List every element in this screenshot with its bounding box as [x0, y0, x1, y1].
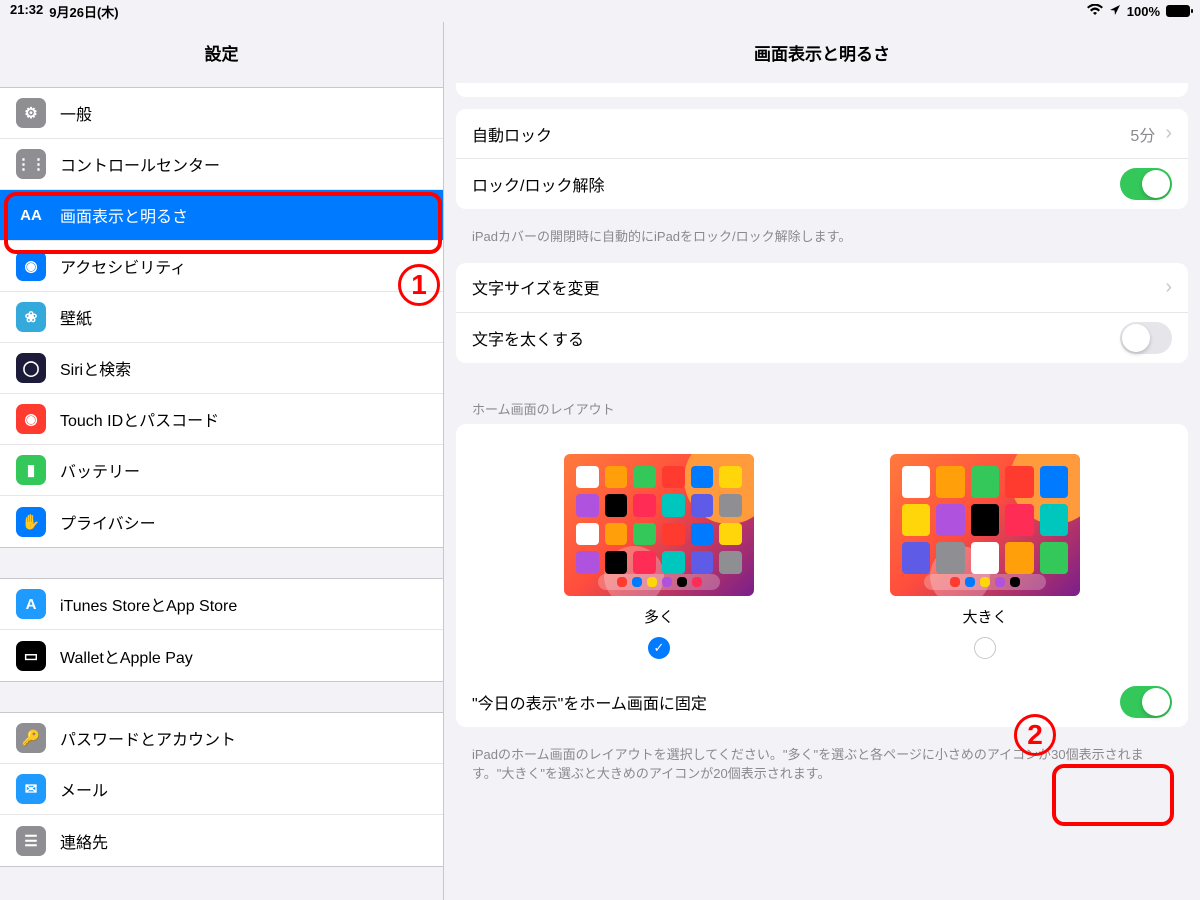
toggle-lock-unlock[interactable] [1120, 168, 1172, 200]
toggle-bold-text[interactable] [1120, 322, 1172, 354]
row-today-pin[interactable]: "今日の表示"をホーム画面に固定 [456, 677, 1188, 727]
label-option-bigger: 大きく [962, 606, 1007, 627]
sidebar-item-touchid[interactable]: ◉ Touch IDとパスコード [0, 394, 443, 445]
layout-option-bigger[interactable]: 大きく [890, 454, 1080, 659]
status-time: 21:32 [10, 2, 43, 21]
layout-option-more[interactable]: 多く ✓ [564, 454, 754, 659]
wallpaper-icon: ❀ [16, 302, 46, 332]
header-home-layout: ホーム画面のレイアウト [456, 375, 1188, 424]
battery-icon [1166, 5, 1190, 17]
toggle-today-pin[interactable] [1120, 686, 1172, 718]
location-icon [1109, 4, 1121, 19]
sidebar-item-battery[interactable]: ▮ バッテリー [0, 445, 443, 496]
wifi-icon [1087, 4, 1103, 19]
sidebar-item-label: 画面表示と明るさ [60, 203, 188, 227]
wallet-icon: ▭ [16, 641, 46, 671]
row-bold-text[interactable]: 文字を太くする [456, 313, 1188, 363]
sidebar-item-label: Siriと検索 [60, 356, 131, 380]
sidebar-item-passwords[interactable]: 🔑 パスワードとアカウント [0, 713, 443, 764]
label-text-size: 文字サイズを変更 [472, 275, 600, 299]
siri-icon: ◯ [16, 353, 46, 383]
display-icon: AA [16, 200, 46, 230]
sidebar-item-label: コントロールセンター [60, 152, 220, 176]
label-today-pin: "今日の表示"をホーム画面に固定 [472, 690, 707, 714]
privacy-icon: ✋ [16, 507, 46, 537]
sidebar-item-general[interactable]: ⚙ 一般 [0, 88, 443, 139]
radio-more[interactable]: ✓ [648, 637, 670, 659]
accessibility-icon: ◉ [16, 251, 46, 281]
itunes-icon: A [16, 589, 46, 619]
sidebar-item-label: アクセシビリティ [60, 254, 186, 278]
battery-pct: 100% [1127, 4, 1160, 19]
sidebar-title: 設定 [0, 22, 443, 87]
sidebar-item-label: Touch IDとパスコード [60, 407, 219, 431]
contacts-icon: ☰ [16, 826, 46, 856]
label-bold-text: 文字を太くする [472, 326, 584, 350]
control-center-icon: ⋮⋮ [16, 149, 46, 179]
sidebar-item-label: パスワードとアカウント [60, 726, 236, 750]
sidebar-item-accessibility[interactable]: ◉ アクセシビリティ [0, 241, 443, 292]
battery-icon: ▮ [16, 455, 46, 485]
settings-sidebar: 設定 ⚙ 一般 ⋮⋮ コントロールセンター AA 画面表示と明るさ ◉ アクセシビリティ ❀ 壁紙… [0, 22, 444, 900]
label-option-more: 多く [644, 606, 674, 627]
passwords-icon: 🔑 [16, 723, 46, 753]
sidebar-item-label: WalletとApple Pay [60, 644, 193, 668]
sidebar-item-contacts[interactable]: ☰ 連絡先 [0, 815, 443, 866]
sidebar-item-label: 壁紙 [60, 305, 92, 329]
sidebar-item-label: 一般 [60, 101, 92, 125]
label-lock-unlock: ロック/ロック解除 [472, 172, 604, 196]
row-auto-lock[interactable]: 自動ロック 5分 › [456, 109, 1188, 159]
sidebar-item-label: iTunes StoreとApp Store [60, 592, 237, 616]
touchid-icon: ◉ [16, 404, 46, 434]
preview-bigger [890, 454, 1080, 596]
label-auto-lock: 自動ロック [472, 122, 552, 146]
preview-more [564, 454, 754, 596]
sidebar-item-label: メール [60, 777, 108, 801]
sidebar-item-label: バッテリー [60, 458, 140, 482]
status-bar: 21:32 9月26日(木) 100% [0, 0, 1200, 22]
detail-title: 画面表示と明るさ [444, 22, 1200, 87]
mail-icon: ✉ [16, 774, 46, 804]
hint-home-layout: iPadのホーム画面のレイアウトを選択してください。"多く"を選ぶと各ページに小… [456, 739, 1188, 800]
row-text-size[interactable]: 文字サイズを変更 › [456, 263, 1188, 313]
sidebar-item-control-center[interactable]: ⋮⋮ コントロールセンター [0, 139, 443, 190]
sidebar-item-label: プライバシー [60, 510, 156, 534]
chevron-right-icon: › [1165, 122, 1172, 145]
detail-pane: 画面表示と明るさ 自動ロック 5分 › ロック/ロック解除 [444, 22, 1200, 900]
sidebar-item-privacy[interactable]: ✋ プライバシー [0, 496, 443, 547]
row-lock-unlock[interactable]: ロック/ロック解除 [456, 159, 1188, 209]
radio-bigger[interactable] [974, 637, 996, 659]
sidebar-item-wallpaper[interactable]: ❀ 壁紙 [0, 292, 443, 343]
hint-lock-unlock: iPadカバーの開閉時に自動的にiPadをロック/ロック解除します。 [456, 221, 1188, 263]
sidebar-item-wallet[interactable]: ▭ WalletとApple Pay [0, 630, 443, 681]
value-auto-lock: 5分 [1130, 122, 1155, 146]
sidebar-item-label: 連絡先 [60, 829, 108, 853]
sidebar-item-mail[interactable]: ✉ メール [0, 764, 443, 815]
sidebar-item-itunes[interactable]: AiTunes StoreとApp Store [0, 579, 443, 630]
sidebar-item-display[interactable]: AA 画面表示と明るさ [0, 190, 443, 241]
status-date: 9月26日(木) [49, 2, 118, 21]
general-icon: ⚙ [16, 98, 46, 128]
layout-chooser: 多く ✓ 大きく [456, 424, 1188, 677]
chevron-right-icon: › [1165, 276, 1172, 299]
sidebar-item-siri[interactable]: ◯ Siriと検索 [0, 343, 443, 394]
